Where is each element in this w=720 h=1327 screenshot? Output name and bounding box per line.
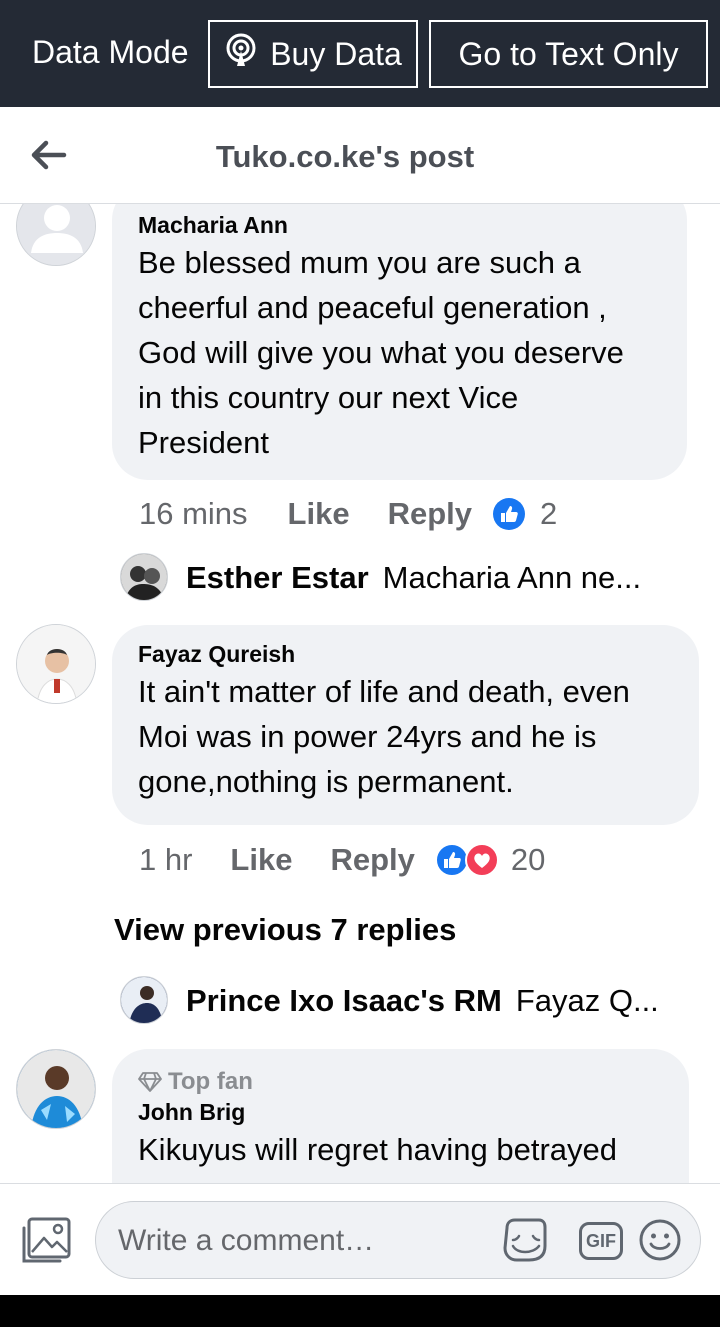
gif-button[interactable]: GIF: [579, 1222, 623, 1260]
comment-meta: 16 mins Like Reply 2: [139, 496, 557, 532]
comment-text: Kikuyus will regret having betrayed: [138, 1127, 663, 1172]
photo-icon: [22, 1217, 71, 1263]
comment-line: in this country our next Vice: [138, 380, 519, 415]
photo-button[interactable]: [20, 1216, 74, 1266]
page-title: Tuko.co.ke's post: [215, 139, 475, 174]
sticker-icon[interactable]: [499, 1214, 551, 1266]
gif-label: GIF: [586, 1230, 616, 1251]
buy-data-label: Buy Data: [270, 35, 402, 72]
comment-time[interactable]: 1 hr: [139, 842, 192, 878]
comment-input[interactable]: Write a comment… GIF: [95, 1201, 701, 1279]
comment-author[interactable]: John Brig: [138, 1097, 663, 1127]
comment-placeholder: Write a comment…: [118, 1224, 375, 1257]
top-fan-badge: Top fan: [138, 1067, 663, 1097]
comment-composer: Write a comment… GIF: [0, 1183, 720, 1295]
comment-line: God will give you what you deserve: [138, 335, 624, 370]
comment-line: gone,nothing is permanent.: [138, 764, 514, 799]
comment-text: Be blessed mum you are such a cheerful a…: [138, 240, 661, 465]
reply-author: Esther Estar: [186, 560, 369, 595]
comment-bubble: Top fan John Brig Kikuyus will regret ha…: [112, 1049, 689, 1183]
emoji-icon[interactable]: [638, 1218, 682, 1262]
like-button[interactable]: Like: [288, 496, 350, 532]
avatar[interactable]: [120, 553, 168, 601]
love-reaction-icon: [464, 843, 499, 877]
like-reaction-icon: [493, 498, 525, 530]
avatar[interactable]: [16, 1049, 96, 1129]
comment-line: It ain't matter of life and death, even: [138, 674, 630, 709]
comment-line: Kikuyus will regret having betrayed: [138, 1132, 618, 1167]
reaction-count: 2: [540, 496, 558, 531]
reply-author: Prince Ixo Isaac's RM: [186, 983, 502, 1018]
text-only-button[interactable]: Go to Text Only: [429, 20, 708, 88]
view-previous-replies[interactable]: View previous 7 replies: [114, 912, 456, 948]
profile-photo-icon: [17, 625, 95, 703]
system-nav-bar: [0, 1295, 720, 1327]
diamond-icon: [138, 1072, 162, 1092]
avatar[interactable]: [16, 204, 96, 266]
reactions-summary[interactable]: 20: [434, 842, 546, 878]
reply-button[interactable]: Reply: [330, 842, 414, 878]
avatar[interactable]: [120, 976, 168, 1024]
default-avatar-icon: [17, 204, 95, 265]
profile-photo-icon: [121, 977, 167, 1023]
broadcast-icon: [224, 33, 270, 75]
reaction-count: 20: [510, 842, 546, 877]
reactions-summary[interactable]: 2: [492, 496, 557, 532]
reply-snippet: Fayaz Q...: [515, 983, 659, 1018]
like-reaction-icon: [434, 843, 469, 877]
comment-meta: 1 hr Like Reply 20: [139, 842, 545, 878]
comment-text: It ain't matter of life and death, even …: [138, 669, 673, 804]
text-only-label: Go to Text Only: [458, 35, 679, 72]
comment-author[interactable]: Macharia Ann: [138, 210, 661, 240]
comment-line: cheerful and peaceful generation ,: [138, 290, 607, 325]
comment-bubble: Macharia Ann Be blessed mum you are such…: [112, 204, 687, 480]
post-header: Tuko.co.ke's post: [0, 107, 720, 204]
comment-time[interactable]: 16 mins: [139, 496, 248, 532]
comment-line: Be blessed mum you are such a: [138, 245, 581, 280]
data-mode-label: Data Mode: [32, 34, 189, 70]
reply-snippet: Macharia Ann ne...: [382, 560, 642, 595]
comment-line: President: [138, 425, 269, 460]
reply-preview[interactable]: Esther Estar Macharia Ann ne...: [186, 560, 641, 596]
profile-photo-icon: [121, 554, 167, 600]
like-button[interactable]: Like: [230, 842, 292, 878]
comment-line: Moi was in power 24yrs and he is: [138, 719, 597, 754]
buy-data-button[interactable]: Buy Data: [208, 20, 418, 88]
comment-bubble: Fayaz Qureish It ain't matter of life an…: [112, 625, 699, 825]
top-fan-label: Top fan: [168, 1068, 253, 1095]
reply-preview[interactable]: Prince Ixo Isaac's RM Fayaz Q...: [186, 983, 659, 1019]
comments-list: Macharia Ann Be blessed mum you are such…: [0, 204, 720, 1183]
data-mode-bar: Data Mode Buy Data Go to Text Only: [0, 0, 720, 107]
avatar[interactable]: [16, 624, 96, 704]
comment-author[interactable]: Fayaz Qureish: [138, 639, 673, 669]
profile-photo-icon: [17, 1050, 95, 1128]
reply-button[interactable]: Reply: [388, 496, 472, 532]
